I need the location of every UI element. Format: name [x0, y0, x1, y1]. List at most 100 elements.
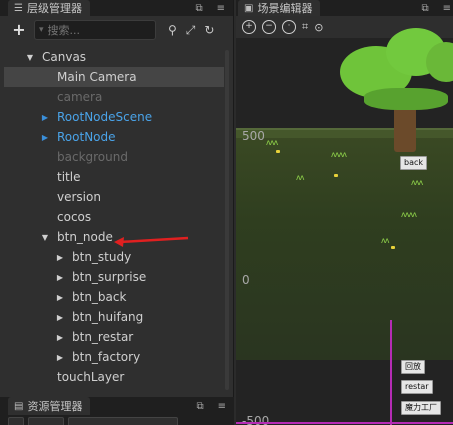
- tree-row-label: btn_back: [72, 290, 127, 304]
- tree-row[interactable]: touchLayer: [4, 367, 224, 387]
- tree-row[interactable]: background: [4, 147, 224, 167]
- expand-arrow-icon[interactable]: ▶: [54, 333, 66, 342]
- tree-row-label: btn_study: [72, 250, 132, 264]
- grass-tuft-icon: ʌʌʌʌ: [401, 210, 417, 219]
- tree-row[interactable]: ▶ RootNode: [4, 127, 224, 147]
- assets-sort-button[interactable]: [28, 417, 64, 425]
- hierarchy-window-icons: ⧉ ≡: [195, 0, 225, 16]
- grass-tuft-icon: ʌʌʌʌ: [331, 150, 347, 159]
- search-box[interactable]: ▾: [34, 20, 156, 40]
- tree-row-label: btn_huifang: [72, 310, 144, 324]
- tree-row[interactable]: Main Camera: [4, 67, 224, 87]
- flower-icon: [276, 150, 280, 153]
- popout-icon[interactable]: ⧉: [195, 3, 202, 14]
- menu-icon[interactable]: ≡: [443, 3, 451, 14]
- crop-icon[interactable]: ⌗: [302, 20, 308, 34]
- tree-row-label: btn_restar: [72, 330, 134, 344]
- tree-canopy: [364, 88, 448, 110]
- tree-row[interactable]: ▶ btn_study: [4, 247, 224, 267]
- tree-row-label: btn_node: [57, 230, 113, 244]
- add-node-button[interactable]: +: [12, 22, 26, 38]
- tree-row[interactable]: ▶ btn_huifang: [4, 307, 224, 327]
- tree-row-label: RootNodeScene: [57, 110, 153, 124]
- menu-icon[interactable]: ≡: [218, 401, 226, 412]
- grass-edge: [236, 128, 453, 138]
- search-icon[interactable]: ⚲: [168, 23, 177, 38]
- expand-icon[interactable]: ⤢: [186, 23, 196, 38]
- tree-row-label: touchLayer: [57, 370, 125, 384]
- collapse-arrow-icon[interactable]: ▼: [39, 233, 51, 242]
- assets-panel: ▤ 资源管理器 ⧉ ≡: [0, 397, 234, 425]
- collapse-arrow-icon[interactable]: ▼: [24, 53, 36, 62]
- expand-arrow-icon[interactable]: ▶: [39, 113, 51, 122]
- annotation-arrow-icon: [114, 236, 189, 247]
- expand-arrow-icon[interactable]: ▶: [54, 293, 66, 302]
- scene-tabbar: ▣ 场景编辑器 ⧉ ≡: [236, 0, 453, 16]
- scene-factory-button[interactable]: 魔力工厂: [401, 401, 441, 415]
- scene-huifang-button[interactable]: 回放: [401, 360, 425, 374]
- scene-tab[interactable]: ▣ 场景编辑器: [238, 0, 321, 16]
- scene-viewport[interactable]: ʌʌʌ ʌʌʌʌ ʌʌ ʌʌʌ ʌʌʌʌ ʌʌ 500 0 -500 back …: [236, 28, 453, 425]
- assets-window-icons: ⧉ ≡: [196, 398, 226, 414]
- popout-icon[interactable]: ⧉: [196, 401, 203, 412]
- hierarchy-panel: ☰ 层级管理器 ⧉ ≡ + ▾ ⚲ ⤢ ↻ ▼ Canvas Main Camera…: [0, 0, 234, 397]
- menu-icon[interactable]: ≡: [217, 3, 225, 14]
- tree-canopy: [426, 42, 453, 82]
- tree-row[interactable]: ▶ btn_back: [4, 287, 224, 307]
- hierarchy-toolbar-icons: ⚲ ⤢ ↻: [168, 23, 214, 38]
- assets-add-button[interactable]: [8, 417, 24, 425]
- scene-tab-icon: ▣: [244, 2, 254, 14]
- scene-back-button[interactable]: back: [400, 156, 428, 170]
- assets-tab-label: 资源管理器: [27, 400, 83, 413]
- canvas-boundary-horizontal: [236, 422, 453, 424]
- tree-row-label: title: [57, 170, 81, 184]
- tree-row-label: btn_surprise: [72, 270, 147, 284]
- assets-search-input[interactable]: [68, 417, 178, 425]
- folder-icon: ▤: [14, 400, 24, 412]
- tree-row[interactable]: ▶ btn_restar: [4, 327, 224, 347]
- search-filter-icon[interactable]: ▾: [39, 25, 44, 35]
- grass-tuft-icon: ʌʌ: [381, 236, 390, 245]
- hierarchy-toolbar: + ▾ ⚲ ⤢ ↻: [0, 16, 233, 44]
- scene-window-icons: ⧉ ≡: [421, 0, 451, 16]
- tree-row[interactable]: cocos: [4, 207, 224, 227]
- expand-arrow-icon[interactable]: ▶: [54, 313, 66, 322]
- zoom-in-icon[interactable]: +: [242, 20, 256, 34]
- tree-row[interactable]: ▶ btn_factory: [4, 347, 224, 367]
- tree-row[interactable]: version: [4, 187, 224, 207]
- hierarchy-tab-icon: ☰: [14, 2, 23, 14]
- assets-tab[interactable]: ▤ 资源管理器: [8, 397, 91, 415]
- hierarchy-tab[interactable]: ☰ 层级管理器: [8, 0, 90, 16]
- tree-row-label: version: [57, 190, 101, 204]
- hierarchy-scrollbar[interactable]: [225, 50, 229, 390]
- search-input[interactable]: [47, 23, 148, 37]
- tree-row-label: btn_factory: [72, 350, 141, 364]
- tree-row-label: RootNode: [57, 130, 116, 144]
- grass-tuft-icon: ʌʌ: [296, 173, 305, 182]
- expand-arrow-icon[interactable]: ▶: [54, 273, 66, 282]
- tree-row[interactable]: ▼ Canvas: [4, 47, 224, 67]
- tree-row-label: background: [57, 150, 128, 164]
- expand-arrow-icon[interactable]: ▶: [54, 253, 66, 262]
- scene-editor-panel: ▣ 场景编辑器 ⧉ ≡ + − · ⌗ ⊙ ʌʌʌ ʌʌʌʌ ʌʌ ʌʌʌ ʌʌ…: [236, 0, 453, 425]
- popout-icon[interactable]: ⧉: [421, 3, 428, 14]
- flower-icon: [334, 174, 338, 177]
- pin-icon[interactable]: ⊙: [314, 21, 323, 34]
- assets-toolbar: [8, 417, 228, 425]
- tree-row[interactable]: camera: [4, 87, 224, 107]
- grass-tuft-icon: ʌʌʌ: [266, 138, 278, 147]
- grass-tuft-icon: ʌʌʌ: [411, 178, 423, 187]
- coord-label-0: 0: [242, 273, 250, 287]
- tree-row-label: Main Camera: [57, 70, 137, 84]
- zoom-out-icon[interactable]: −: [262, 20, 276, 34]
- expand-arrow-icon[interactable]: ▶: [54, 353, 66, 362]
- expand-arrow-icon[interactable]: ▶: [39, 133, 51, 142]
- tree-row[interactable]: title: [4, 167, 224, 187]
- tree-row[interactable]: ▶ btn_surprise: [4, 267, 224, 287]
- tree-row[interactable]: ▶ RootNodeScene: [4, 107, 224, 127]
- canvas-boundary-vertical: [390, 320, 392, 425]
- scene-restar-button[interactable]: restar: [401, 380, 433, 394]
- refresh-icon[interactable]: ↻: [204, 23, 214, 38]
- zoom-reset-icon[interactable]: ·: [282, 20, 296, 34]
- tree-row-label: camera: [57, 90, 103, 104]
